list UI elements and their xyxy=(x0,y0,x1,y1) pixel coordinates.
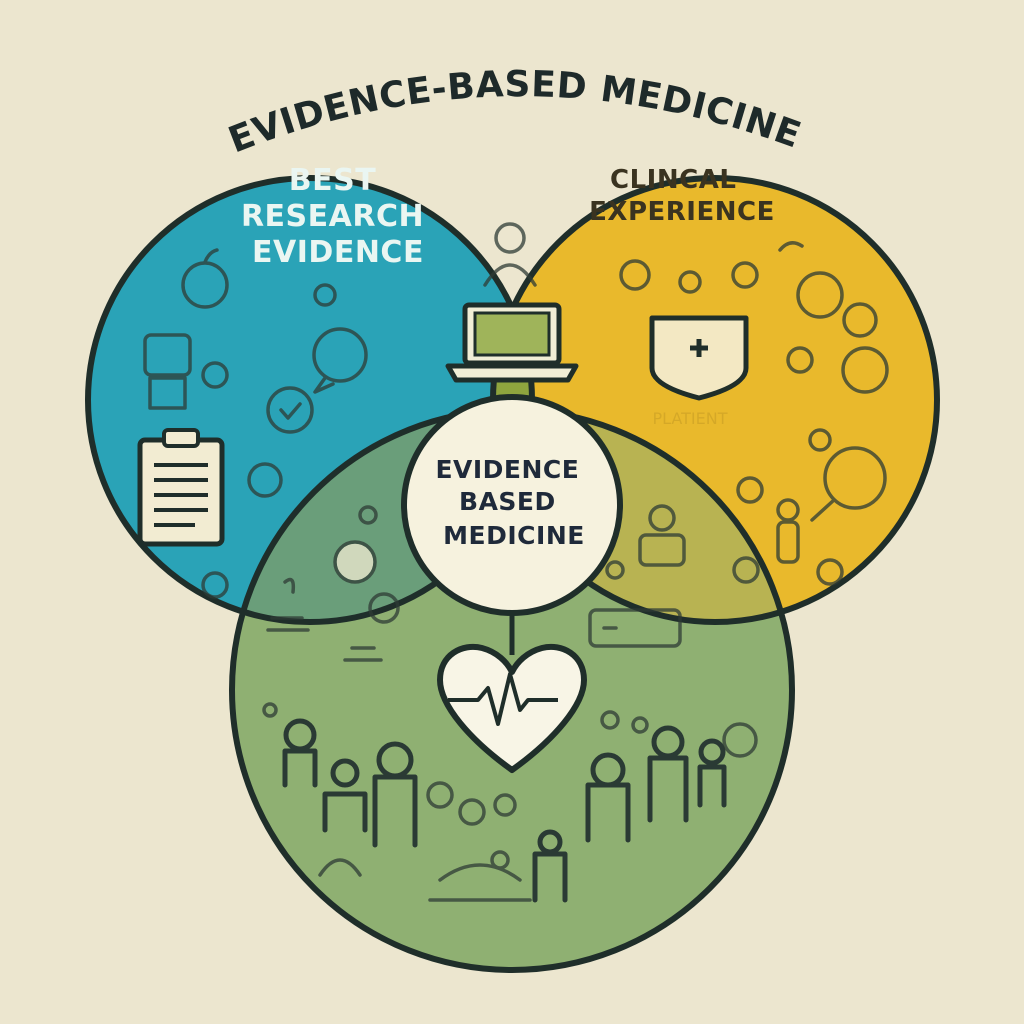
diagram-title: EVIDENCE-BASED MEDICINE xyxy=(223,64,806,161)
laptop-icon xyxy=(445,302,579,383)
doctor-icon xyxy=(483,222,537,287)
clipboard-icon xyxy=(137,428,225,547)
venn-diagram: EVIDENCE-BASED MEDICINE BEST RESEARCH EV… xyxy=(85,64,940,973)
venn-diagram-stage: EVIDENCE-BASED MEDICINE BEST RESEARCH EV… xyxy=(0,0,1024,1024)
medical-cross-shield-icon xyxy=(649,315,749,401)
faint-watermark-label: PLATIENT xyxy=(653,409,728,428)
